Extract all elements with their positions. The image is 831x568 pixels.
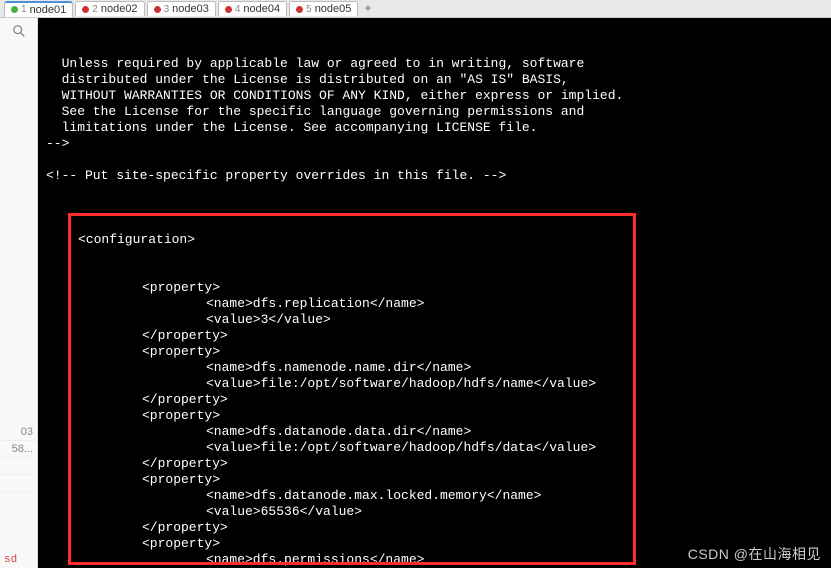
property-open: <property> (38, 344, 831, 360)
status-dot-icon (154, 6, 161, 13)
sidebar-bottom-label: sd (4, 554, 17, 566)
tab-node01[interactable]: 1 node01 (4, 1, 73, 17)
tab-num: 5 (306, 4, 312, 15)
tab-label: node04 (243, 3, 280, 15)
sidebar-row (0, 475, 37, 492)
tab-node03[interactable]: 3 node03 (147, 1, 216, 16)
status-dot-icon (11, 6, 18, 13)
license-line (38, 152, 831, 168)
property-value: <value>file:/opt/software/hadoop/hdfs/da… (38, 440, 831, 456)
tab-num: 1 (21, 4, 27, 15)
status-dot-icon (296, 6, 303, 13)
status-dot-icon (225, 6, 232, 13)
license-line: WITHOUT WARRANTIES OR CONDITIONS OF ANY … (38, 88, 831, 104)
license-line: <!-- Put site-specific property override… (38, 168, 831, 184)
terminal[interactable]: Unless required by applicable law or agr… (38, 18, 831, 568)
tab-node04[interactable]: 4 node04 (218, 1, 287, 16)
tab-node02[interactable]: 2 node02 (75, 1, 144, 16)
property-value: <value>65536</value> (38, 504, 831, 520)
tab-num: 4 (235, 4, 241, 15)
property-value: <value>file:/opt/software/hadoop/hdfs/na… (38, 376, 831, 392)
property-open: <property> (38, 408, 831, 424)
license-line: Unless required by applicable law or agr… (38, 56, 831, 72)
tab-bar: 1 node01 2 node02 3 node03 4 node04 5 no… (0, 0, 831, 18)
property-open: <property> (38, 472, 831, 488)
license-line: --> (38, 136, 831, 152)
property-name: <name>dfs.datanode.max.locked.memory</na… (38, 488, 831, 504)
property-close: </property> (38, 456, 831, 472)
license-block: Unless required by applicable law or agr… (38, 56, 831, 200)
sidebar-row: 58... (0, 441, 37, 458)
property-close: </property> (38, 328, 831, 344)
license-line: limitations under the License. See accom… (38, 120, 831, 136)
sidebar-row: 03 (0, 424, 37, 441)
property-name: <name>dfs.datanode.data.dir</name> (38, 424, 831, 440)
tab-label: node01 (30, 4, 67, 16)
property-value: <value>3</value> (38, 312, 831, 328)
search-icon[interactable] (12, 24, 26, 38)
watermark: CSDN @在山海相见 (688, 544, 821, 564)
property-name: <name>dfs.namenode.name.dir</name> (38, 360, 831, 376)
properties-block: <property><name>dfs.replication</name><v… (38, 280, 831, 568)
sidebar-row (0, 458, 37, 475)
sidebar: 03 58... sd (0, 18, 38, 568)
property-close: </property> (38, 392, 831, 408)
tab-label: node03 (172, 3, 209, 15)
license-line: distributed under the License is distrib… (38, 72, 831, 88)
status-dot-icon (82, 6, 89, 13)
property-close: </property> (38, 520, 831, 536)
tab-label: node02 (101, 3, 138, 15)
property-name: <name>dfs.replication</name> (38, 296, 831, 312)
license-line (38, 184, 831, 200)
config-open: <configuration> (38, 232, 831, 248)
tab-node05[interactable]: 5 node05 (289, 1, 358, 16)
tab-label: node05 (315, 3, 352, 15)
license-line: See the License for the specific languag… (38, 104, 831, 120)
tab-num: 2 (92, 4, 98, 15)
property-open: <property> (38, 280, 831, 296)
add-tab-button[interactable]: + (360, 2, 375, 16)
tab-num: 3 (164, 4, 170, 15)
